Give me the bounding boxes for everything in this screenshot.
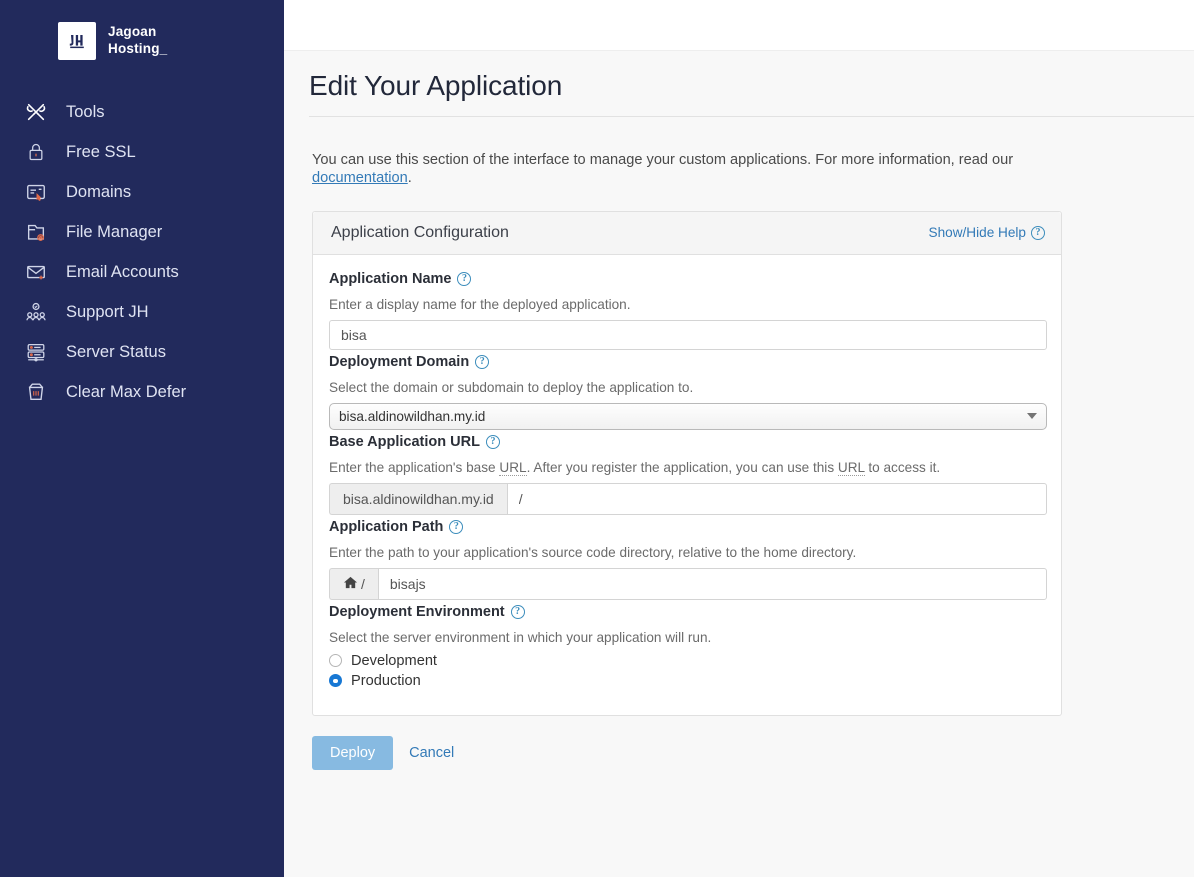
field-deployment-environment: Deployment Environment ? Select the serv…: [329, 604, 1045, 689]
sidebar-item-label: Server Status: [66, 342, 166, 361]
main-content: Edit Your Application You can use this s…: [284, 0, 1194, 877]
tools-icon: [22, 98, 50, 126]
sidebar-item-label: File Manager: [66, 222, 163, 241]
sidebar-item-support-jh[interactable]: Support JH: [0, 292, 284, 332]
question-circle-icon[interactable]: ?: [485, 434, 500, 449]
deployment-domain-label: Deployment Domain ?: [329, 354, 1045, 370]
sidebar-item-domains[interactable]: Domains: [0, 172, 284, 212]
application-path-label: Application Path ?: [329, 519, 1045, 535]
domain-card-icon: [22, 178, 50, 206]
home-icon: [343, 575, 358, 593]
hint-part-3: to access it.: [864, 459, 941, 475]
server-icon: [22, 338, 50, 366]
sidebar-item-tools[interactable]: Tools: [0, 92, 284, 132]
lock-icon: [22, 138, 50, 166]
radio-development-label: Development: [351, 652, 437, 669]
intro-text-after: .: [407, 170, 412, 187]
page-title: Edit Your Application: [309, 70, 563, 101]
deployment-domain-hint: Select the domain or subdomain to deploy…: [329, 379, 694, 395]
radio-development-indicator[interactable]: [329, 654, 342, 668]
radio-production-indicator[interactable]: [329, 674, 342, 688]
field-deployment-domain: Deployment Domain ? Select the domain or…: [329, 354, 1047, 430]
application-path-input[interactable]: [377, 567, 1047, 600]
brand-line-2: Hosting_: [108, 41, 168, 56]
panel-header: Application Configuration Show/Hide Help…: [313, 211, 1061, 255]
form-actions: Deploy Cancel: [312, 735, 1194, 770]
base-application-url-label-text: Base Application URL: [329, 433, 480, 450]
folder-icon: [22, 218, 50, 246]
intro-text: You can use this section of the interfac…: [309, 132, 1099, 188]
sidebar-item-label: Support JH: [66, 302, 149, 321]
trash-icon: [22, 378, 50, 406]
envelope-icon: [22, 258, 50, 286]
deploy-button[interactable]: Deploy: [312, 735, 394, 770]
brand-logo[interactable]: Jagoan Hosting_: [0, 0, 284, 60]
deployment-environment-label: Deployment Environment ?: [329, 604, 1045, 620]
base-url-domain-addon: bisa.aldinowildhan.my.id: [329, 482, 507, 515]
hint-part-1: Enter the application's base: [329, 459, 500, 475]
sidebar-item-label: Tools: [66, 102, 105, 121]
application-name-hint: Enter a display name for the deployed ap…: [329, 296, 631, 312]
content-area: Edit Your Application You can use this s…: [284, 70, 1194, 770]
application-path-addon-text: /: [361, 575, 365, 592]
application-configuration-panel: Application Configuration Show/Hide Help…: [312, 210, 1062, 716]
sidebar-item-file-manager[interactable]: File Manager: [0, 212, 284, 252]
radio-option-production[interactable]: Production: [329, 673, 1045, 689]
field-application-path: Application Path ? Enter the path to you…: [329, 519, 1047, 600]
deployment-environment-label-text: Deployment Environment: [329, 603, 505, 620]
people-icon: [22, 298, 50, 326]
show-hide-help-label: Show/Hide Help: [928, 225, 1026, 241]
hint-part-2: . After you register the application, yo…: [526, 459, 838, 475]
jagoan-hosting-logo-icon: [58, 22, 96, 60]
sidebar-item-clear-max-defer[interactable]: Clear Max Defer: [0, 372, 284, 412]
base-url-input[interactable]: [506, 482, 1047, 515]
deployment-domain-selected-value: bisa.aldinowildhan.my.id: [339, 408, 486, 424]
base-url-input-group: bisa.aldinowildhan.my.id: [329, 482, 1047, 515]
sidebar-item-label: Clear Max Defer: [66, 382, 187, 401]
brand-line-1: Jagoan: [108, 24, 157, 40]
application-path-label-text: Application Path: [329, 518, 444, 535]
application-path-home-addon: /: [329, 567, 378, 600]
application-path-input-group: /: [329, 567, 1047, 600]
base-application-url-label: Base Application URL ?: [329, 434, 1045, 450]
documentation-link[interactable]: documentation: [312, 170, 408, 186]
url-abbr: URL: [499, 459, 527, 476]
question-circle-icon: ?: [1031, 225, 1045, 240]
url-abbr: URL: [837, 459, 865, 476]
sidebar-item-label: Free SSL: [66, 142, 136, 161]
sidebar-item-label: Email Accounts: [66, 262, 179, 281]
show-hide-help-toggle[interactable]: Show/Hide Help ?: [929, 225, 1045, 240]
application-root: Jagoan Hosting_ Tools Free SSL Domains F…: [0, 0, 1194, 877]
question-circle-icon[interactable]: ?: [475, 354, 490, 369]
application-name-input[interactable]: [329, 319, 1047, 350]
sidebar-item-label: Domains: [66, 182, 132, 201]
deployment-domain-select[interactable]: bisa.aldinowildhan.my.id: [329, 402, 1047, 430]
brand-name: Jagoan Hosting_: [108, 24, 167, 58]
panel-title: Application Configuration: [331, 223, 509, 241]
field-base-application-url: Base Application URL ? Enter the applica…: [329, 434, 1047, 515]
question-circle-icon[interactable]: ?: [449, 519, 464, 534]
question-circle-icon[interactable]: ?: [457, 271, 472, 286]
panel-body: Application Name ? Enter a display name …: [313, 255, 1061, 715]
deployment-domain-select-wrap: bisa.aldinowildhan.my.id: [329, 402, 1047, 430]
sidebar: Jagoan Hosting_ Tools Free SSL Domains F…: [0, 0, 284, 877]
application-path-hint: Enter the path to your application's sou…: [329, 544, 857, 560]
sidebar-item-server-status[interactable]: Server Status: [0, 332, 284, 372]
cancel-button[interactable]: Cancel: [407, 736, 456, 770]
intro-text-before: You can use this section of the interfac…: [312, 151, 1014, 168]
field-application-name: Application Name ? Enter a display name …: [329, 271, 1047, 350]
radio-option-development[interactable]: Development: [329, 653, 1045, 669]
sidebar-item-email-accounts[interactable]: Email Accounts: [0, 252, 284, 292]
sidebar-nav: Tools Free SSL Domains File Manager Emai…: [0, 92, 284, 412]
deployment-environment-hint: Select the server environment in which y…: [329, 629, 712, 645]
base-application-url-hint: Enter the application's base URL. After …: [329, 459, 1045, 476]
deployment-domain-label-text: Deployment Domain: [329, 353, 470, 370]
application-name-label: Application Name ?: [329, 271, 1045, 287]
sidebar-item-free-ssl[interactable]: Free SSL: [0, 132, 284, 172]
radio-production-label: Production: [351, 672, 421, 689]
title-divider: [309, 116, 1194, 117]
application-name-label-text: Application Name: [329, 270, 452, 287]
top-bar: [284, 0, 1194, 51]
question-circle-icon[interactable]: ?: [510, 604, 525, 619]
